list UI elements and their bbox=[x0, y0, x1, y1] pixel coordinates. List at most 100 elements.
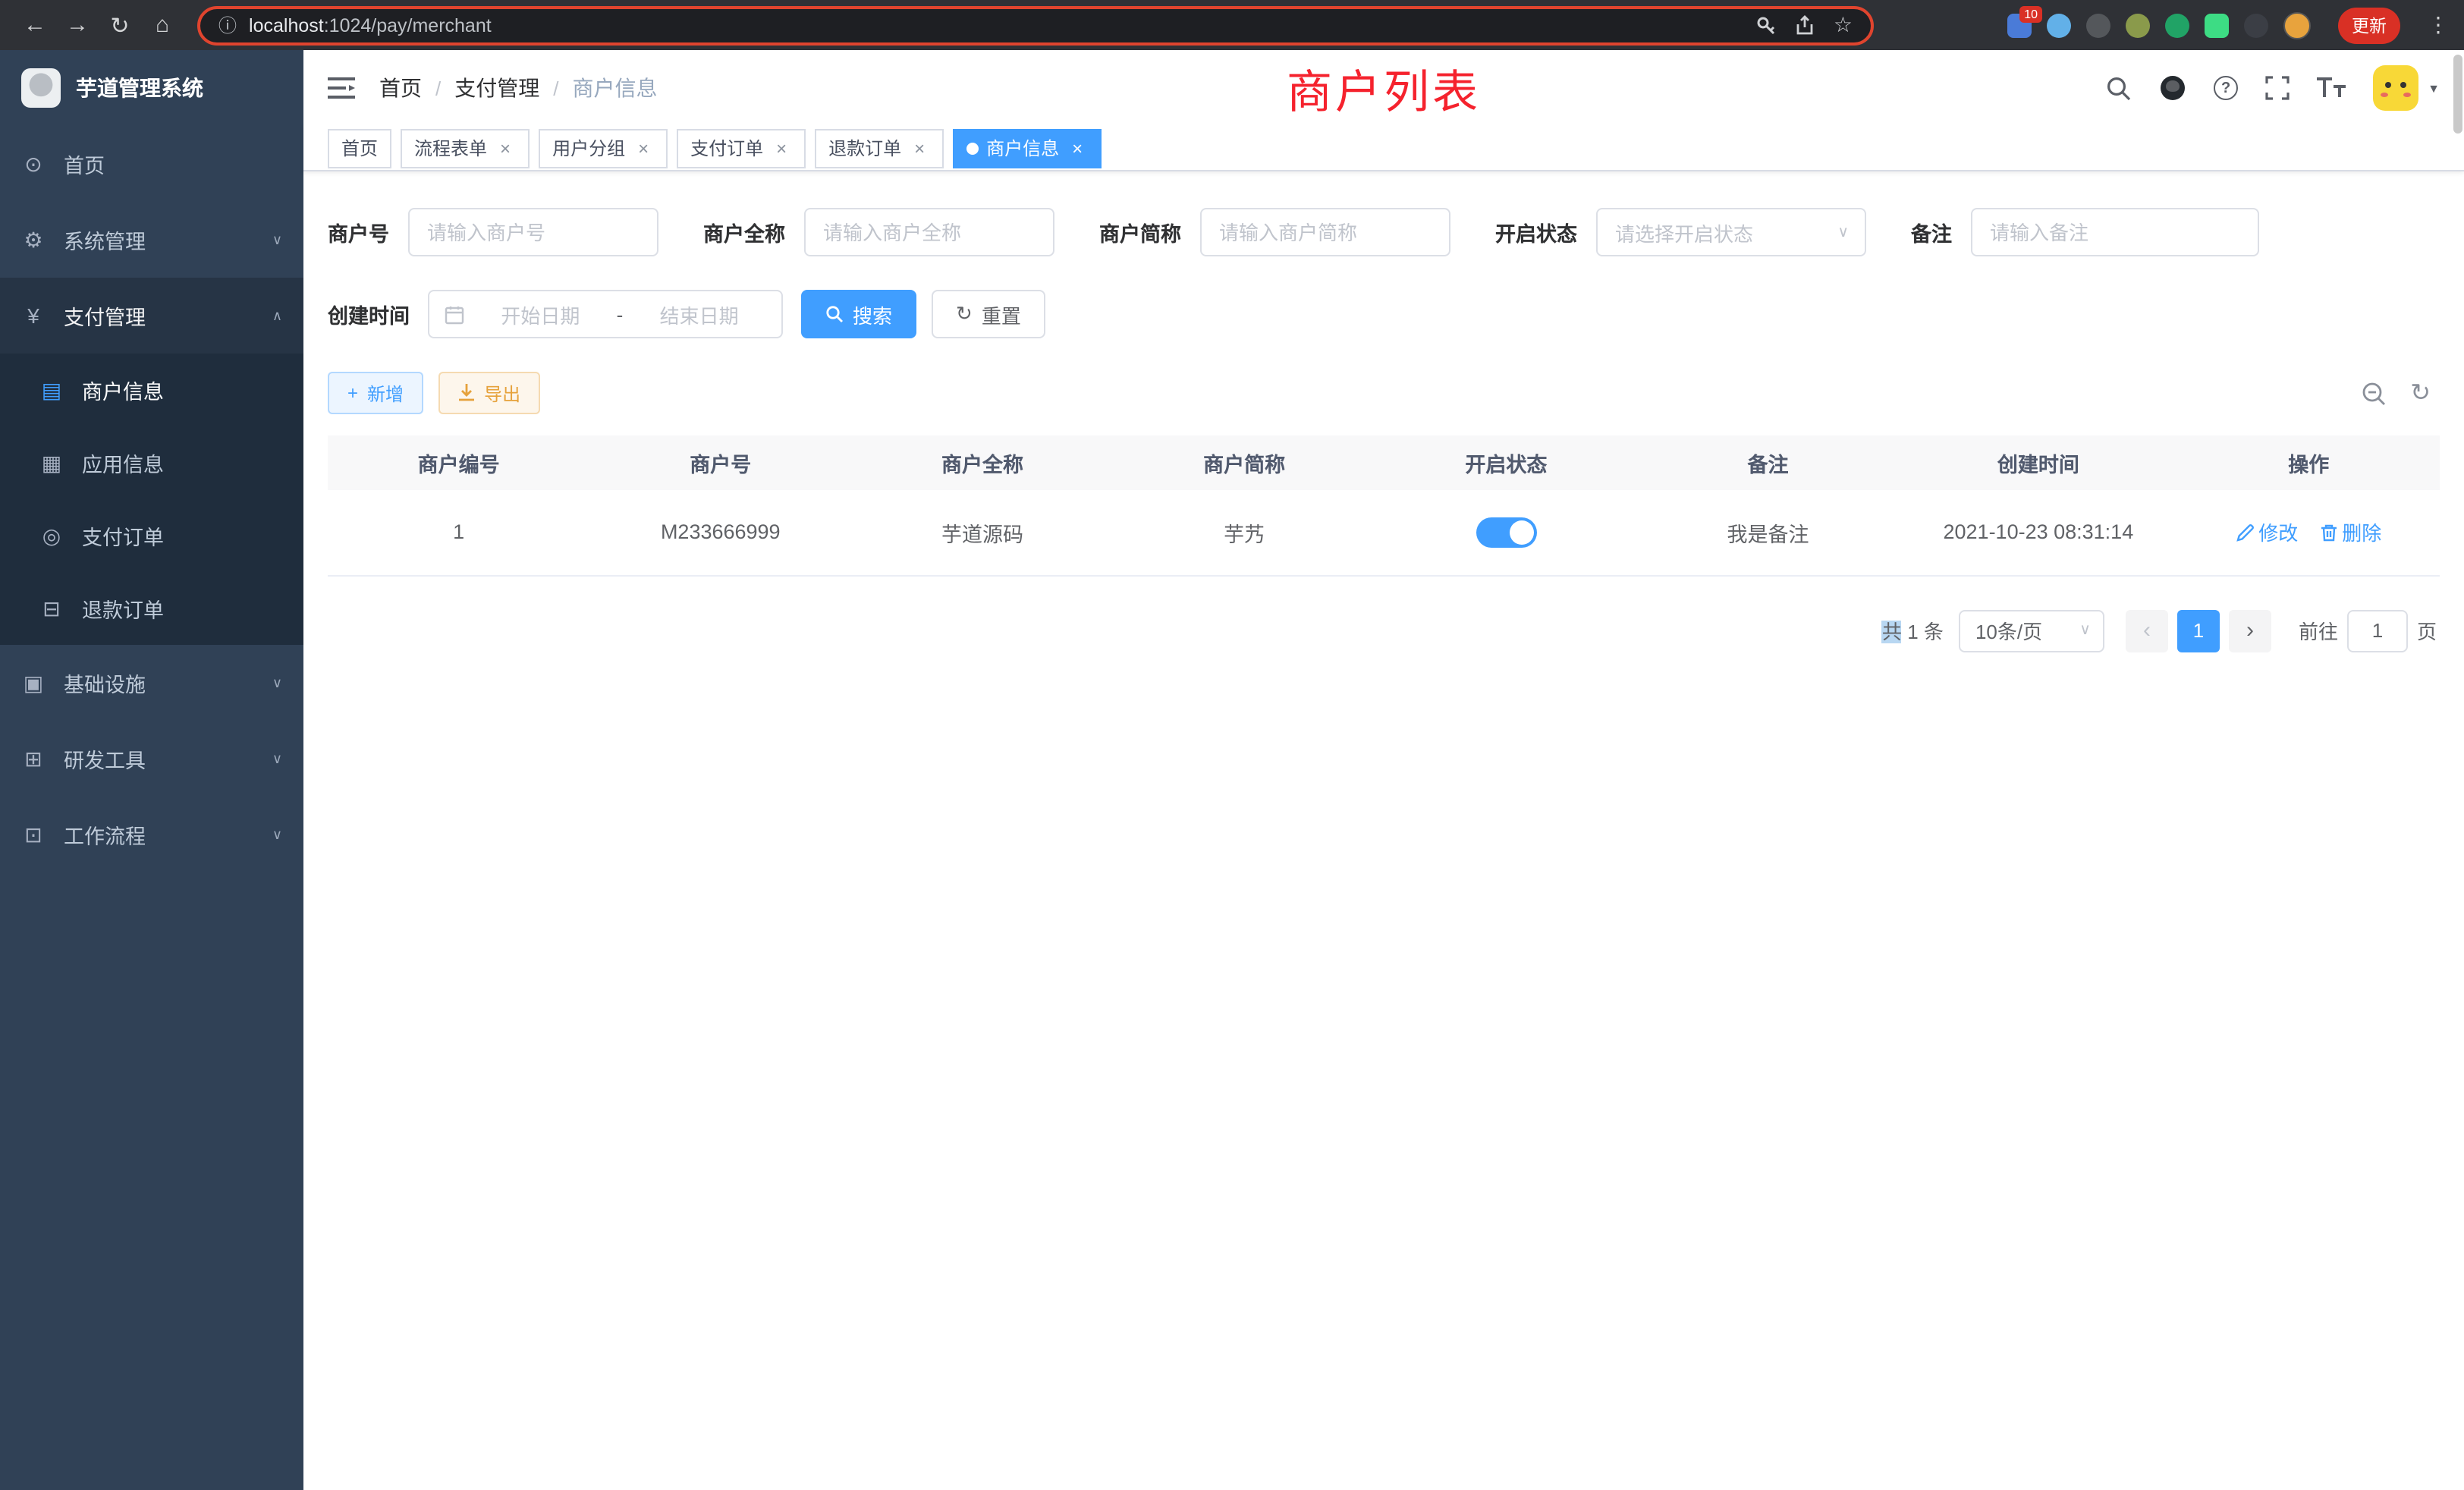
address-bar[interactable]: ⓘ localhost:1024/pay/merchant ☆ bbox=[197, 5, 1874, 45]
chevron-down-icon: ∨ bbox=[272, 826, 282, 843]
sidebar-item-dev-tools[interactable]: ⊞ 研发工具 ∨ bbox=[0, 721, 303, 797]
table-row: 1 M233666999 芋道源码 芋艿 我是备注 2021-10-23 08:… bbox=[328, 490, 2440, 575]
bookmark-star-icon[interactable]: ☆ bbox=[1834, 12, 1853, 38]
sidebar-item-merchant-info[interactable]: ▤ 商户信息 bbox=[0, 354, 303, 426]
extension-icon[interactable] bbox=[2047, 13, 2071, 37]
sidebar-item-refund-orders[interactable]: ⊟ 退款订单 bbox=[0, 572, 303, 645]
search-button[interactable]: 搜索 bbox=[801, 290, 916, 338]
search-icon bbox=[825, 305, 844, 323]
page-size-select[interactable]: 10条/页 ∨ bbox=[1959, 609, 2104, 652]
fullscreen-icon[interactable] bbox=[2265, 76, 2290, 100]
browser-profile-avatar[interactable] bbox=[2283, 11, 2311, 39]
chrome-update-button[interactable]: 更新 bbox=[2338, 7, 2400, 43]
remark-input[interactable] bbox=[1970, 208, 2258, 256]
add-button-label: 新增 bbox=[367, 380, 404, 406]
close-icon[interactable]: × bbox=[909, 137, 930, 159]
font-size-icon[interactable] bbox=[2317, 77, 2346, 99]
url-text[interactable]: localhost:1024/pay/merchant bbox=[249, 14, 1744, 36]
sidebar-item-label: 工作流程 bbox=[64, 819, 146, 850]
extension-icon[interactable] bbox=[2126, 13, 2150, 37]
prev-page-button[interactable]: ‹ bbox=[2126, 609, 2168, 652]
github-icon[interactable] bbox=[2159, 74, 2186, 102]
browser-reload-icon[interactable]: ↻ bbox=[100, 5, 140, 45]
extension-icon[interactable] bbox=[2165, 13, 2189, 37]
user-menu[interactable]: ▼ bbox=[2373, 65, 2440, 111]
password-key-icon[interactable] bbox=[1756, 14, 1777, 36]
browser-forward-icon[interactable]: → bbox=[58, 5, 97, 45]
date-range-separator: - bbox=[617, 303, 624, 325]
hamburger-icon[interactable] bbox=[328, 76, 355, 100]
sidebar-item-workflow[interactable]: ⊡ 工作流程 ∨ bbox=[0, 797, 303, 872]
export-button[interactable]: 导出 bbox=[438, 372, 540, 414]
total-unit: 条 bbox=[1924, 621, 1944, 643]
close-icon[interactable]: × bbox=[771, 137, 792, 159]
tab-label: 商户信息 bbox=[986, 135, 1059, 161]
close-icon[interactable]: × bbox=[1067, 137, 1088, 159]
browser-home-icon[interactable]: ⌂ bbox=[143, 5, 182, 45]
delete-link[interactable]: 删除 bbox=[2319, 518, 2381, 547]
table-toolbar: + 新增 导出 ↻ bbox=[328, 372, 2440, 414]
status-toggle[interactable] bbox=[1476, 517, 1536, 548]
tab-refund-orders[interactable]: 退款订单 × bbox=[815, 128, 944, 168]
edit-link[interactable]: 修改 bbox=[2236, 518, 2298, 547]
sidebar-item-infrastructure[interactable]: ▣ 基础设施 ∨ bbox=[0, 645, 303, 721]
tab-process-form[interactable]: 流程表单 × bbox=[401, 128, 530, 168]
browser-back-icon[interactable]: ← bbox=[15, 5, 55, 45]
add-button[interactable]: + 新增 bbox=[328, 372, 423, 414]
sidebar-item-pay-orders[interactable]: ◎ 支付订单 bbox=[0, 499, 303, 572]
page-1-button[interactable]: 1 bbox=[2177, 609, 2220, 652]
sidebar-item-label: 商户信息 bbox=[82, 375, 164, 405]
scrollbar-thumb[interactable] bbox=[2453, 55, 2462, 134]
extension-icon[interactable] bbox=[2086, 13, 2110, 37]
col-short-name: 商户简称 bbox=[1114, 435, 1375, 490]
filter-form-row-1: 商户号 商户全称 商户简称 开启状态 请选择开启状态 bbox=[328, 208, 2440, 256]
dev-tools-icon: ⊞ bbox=[21, 746, 46, 772]
page-info-icon[interactable]: ⓘ bbox=[218, 12, 237, 38]
goto-page-input[interactable] bbox=[2347, 609, 2408, 652]
tab-user-group[interactable]: 用户分组 × bbox=[539, 128, 668, 168]
refund-order-icon: ⊟ bbox=[39, 596, 64, 621]
breadcrumb-home[interactable]: 首页 bbox=[379, 73, 422, 103]
pager: ‹ 1 › bbox=[2126, 609, 2271, 652]
sidebar-item-home[interactable]: ⊙ 首页 bbox=[0, 126, 303, 202]
col-remark: 备注 bbox=[1637, 435, 1899, 490]
browser-menu-icon[interactable]: ⋮ bbox=[2428, 12, 2449, 38]
help-icon[interactable]: ? bbox=[2214, 76, 2238, 100]
cell-create-time: 2021-10-23 08:31:14 bbox=[1899, 490, 2177, 575]
app-logo-row[interactable]: 芋道管理系统 bbox=[0, 50, 303, 126]
search-icon[interactable] bbox=[2106, 75, 2132, 101]
full-name-input[interactable] bbox=[803, 208, 1054, 256]
hide-search-icon[interactable] bbox=[2360, 380, 2386, 406]
breadcrumb-current: 商户信息 bbox=[573, 73, 658, 103]
cell-full-name: 芋道源码 bbox=[851, 490, 1113, 575]
download-icon bbox=[458, 384, 475, 402]
full-name-label: 商户全称 bbox=[703, 217, 785, 247]
app-frame: 芋道管理系统 ⊙ 首页 ⚙ 系统管理 ∨ ¥ 支付管理 ∧ bbox=[0, 50, 2464, 1490]
reset-button[interactable]: ↻ 重置 bbox=[932, 290, 1045, 338]
refresh-table-icon[interactable]: ↻ bbox=[2410, 378, 2431, 408]
yen-icon: ¥ bbox=[21, 303, 46, 328]
share-icon[interactable] bbox=[1796, 14, 1815, 36]
tab-home[interactable]: 首页 bbox=[328, 128, 391, 168]
extension-icon[interactable] bbox=[2205, 13, 2229, 37]
tab-pay-orders[interactable]: 支付订单 × bbox=[677, 128, 806, 168]
extension-icon[interactable] bbox=[2244, 13, 2268, 37]
col-actions: 操作 bbox=[2178, 435, 2440, 490]
sidebar-item-system[interactable]: ⚙ 系统管理 ∨ bbox=[0, 202, 303, 278]
next-page-button[interactable]: › bbox=[2229, 609, 2271, 652]
extension-icon[interactable]: 10 bbox=[2007, 13, 2032, 37]
sidebar-item-app-info[interactable]: ▦ 应用信息 bbox=[0, 426, 303, 499]
start-date-placeholder: 开始日期 bbox=[473, 300, 608, 328]
close-icon[interactable]: × bbox=[495, 137, 516, 159]
create-time-label: 创建时间 bbox=[328, 299, 410, 329]
status-select[interactable]: 请选择开启状态 ∨ bbox=[1595, 208, 1865, 256]
remark-label: 备注 bbox=[1911, 217, 1952, 247]
short-name-input[interactable] bbox=[1199, 208, 1450, 256]
gear-icon: ⚙ bbox=[21, 227, 46, 253]
close-icon[interactable]: × bbox=[633, 137, 654, 159]
merchant-no-input[interactable] bbox=[407, 208, 658, 256]
tab-merchant-info[interactable]: 商户信息 × bbox=[953, 128, 1102, 168]
breadcrumb-payment[interactable]: 支付管理 bbox=[454, 73, 539, 103]
create-time-range-picker[interactable]: 开始日期 - 结束日期 bbox=[428, 290, 783, 338]
sidebar-item-payment[interactable]: ¥ 支付管理 ∧ bbox=[0, 278, 303, 354]
